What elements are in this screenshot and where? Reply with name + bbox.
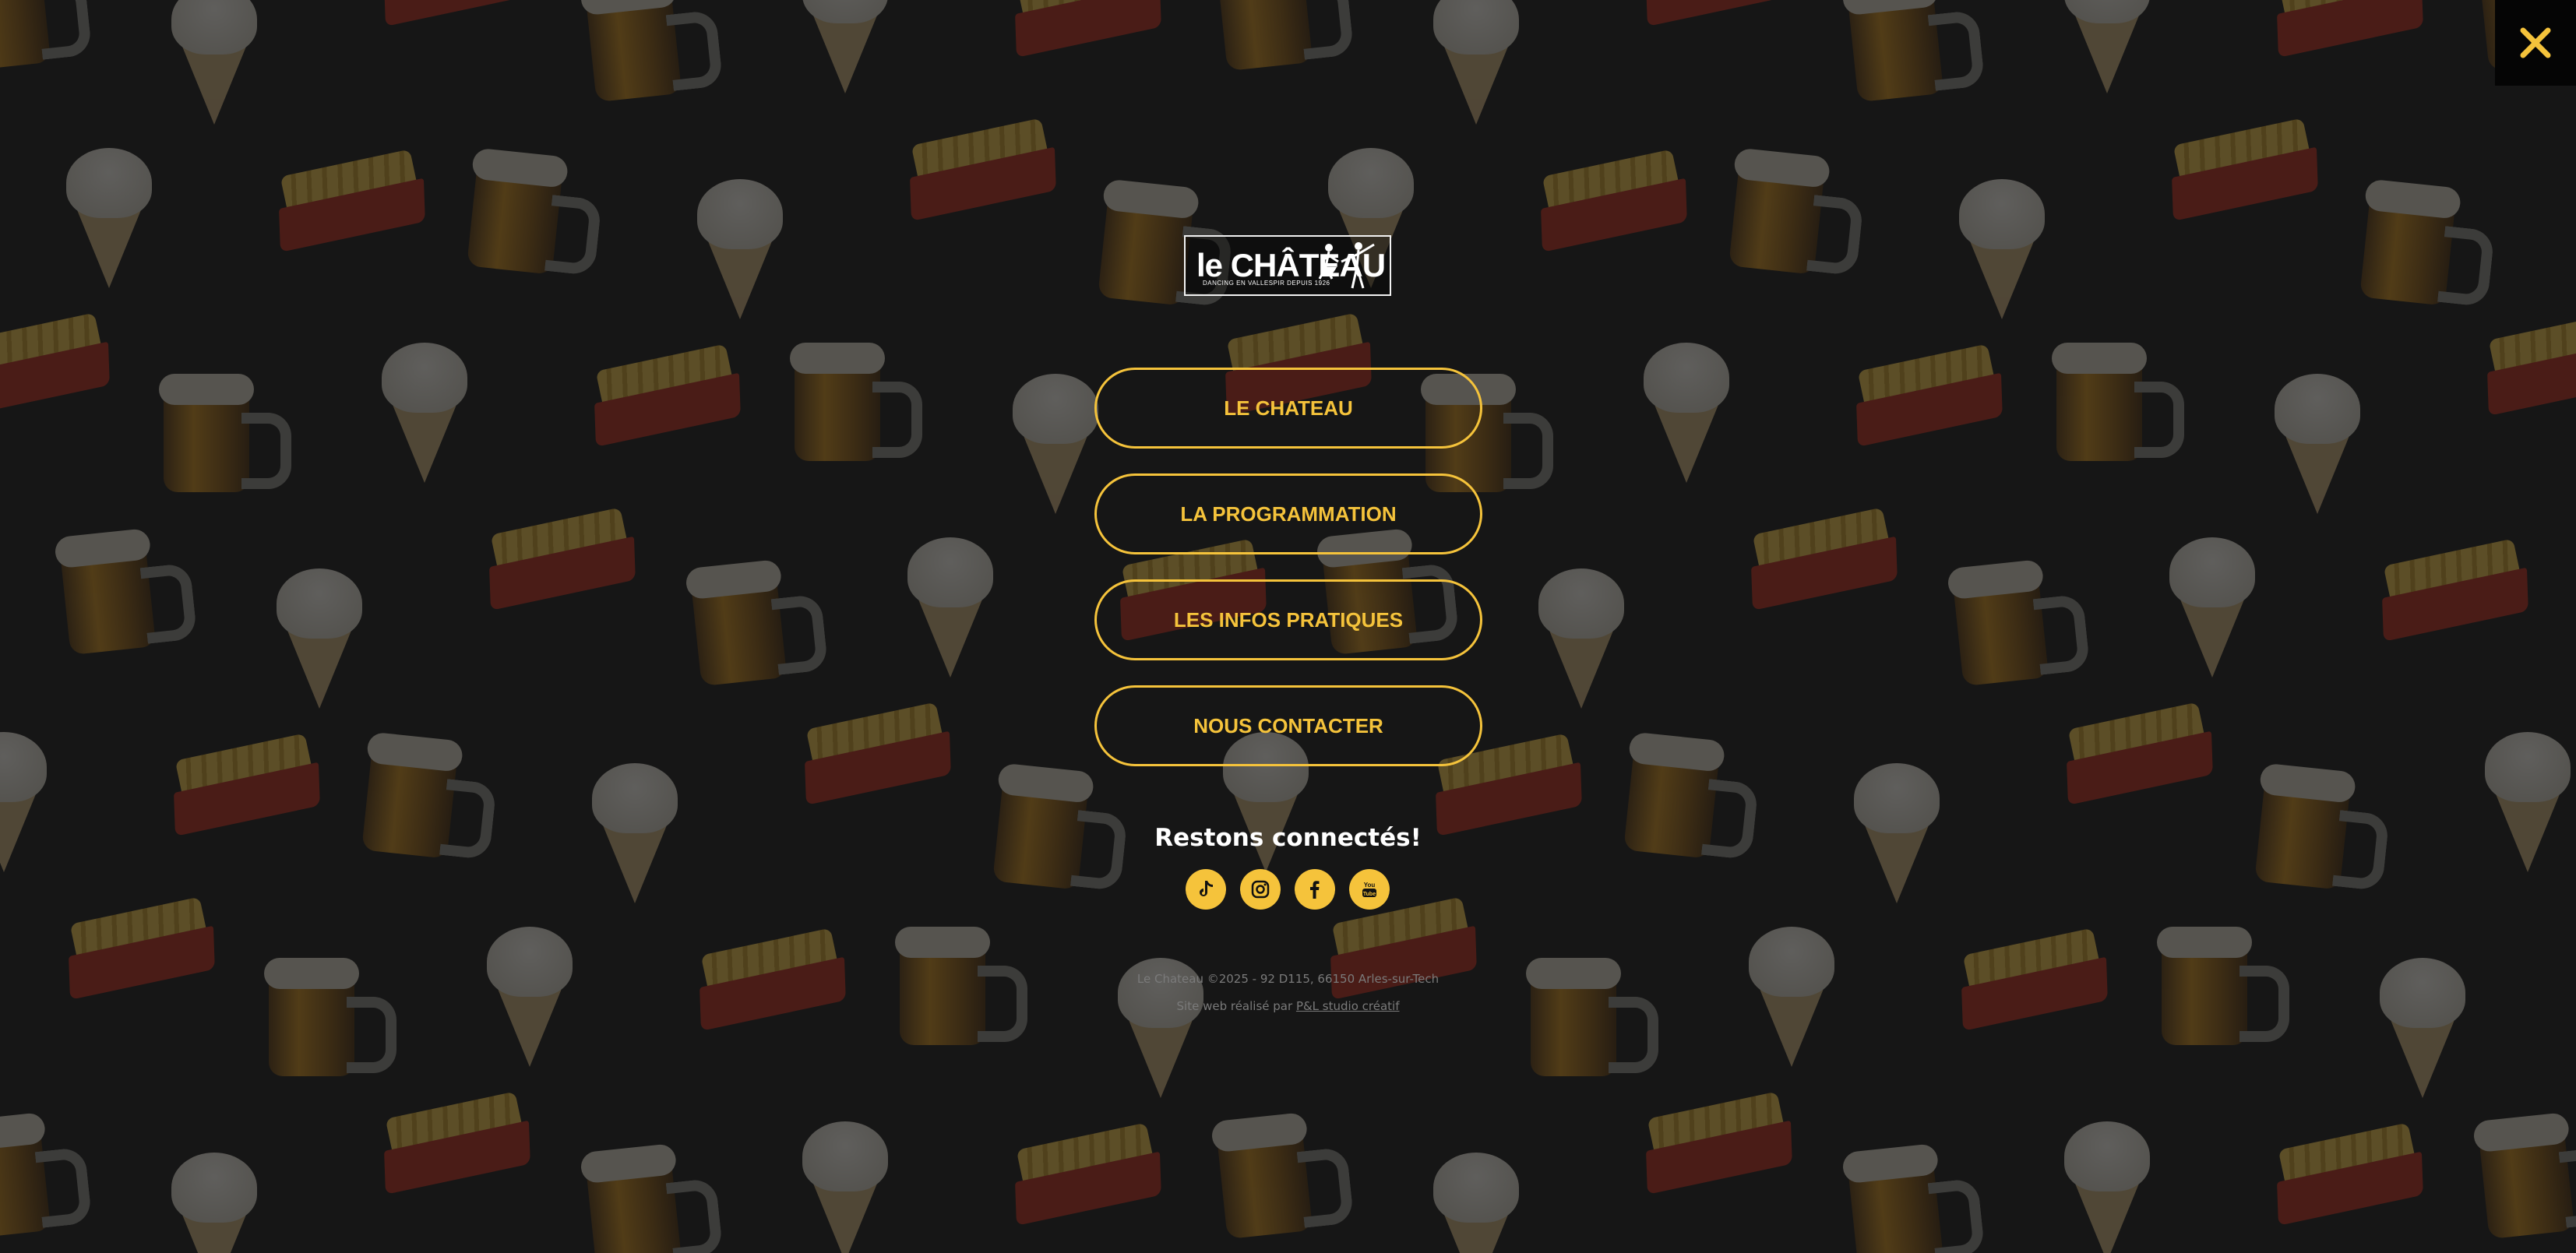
close-icon xyxy=(2520,27,2551,58)
menu-overlay: le CHÂTEAU DANCING EN VALLESPIR DEPUIS 1… xyxy=(0,0,2576,1253)
dancers-icon xyxy=(1318,242,1375,289)
logo[interactable]: le CHÂTEAU DANCING EN VALLESPIR DEPUIS 1… xyxy=(1184,235,1391,296)
facebook-link[interactable] xyxy=(1295,869,1335,910)
instagram-link[interactable] xyxy=(1240,869,1281,910)
instagram-icon xyxy=(1251,880,1270,899)
tiktok-link[interactable] xyxy=(1186,869,1226,910)
social-heading: Restons connectés! xyxy=(1154,824,1422,852)
menu-item-infos-pratiques[interactable]: LES INFOS PRATIQUES xyxy=(1094,579,1482,660)
youtube-icon: You Tube xyxy=(1362,882,1376,897)
footer-credit: Site web réalisé par P&L studio créatif xyxy=(0,999,2576,1013)
youtube-link[interactable]: You Tube xyxy=(1349,869,1390,910)
menu-item-programmation[interactable]: LA PROGRAMMATION xyxy=(1094,473,1482,554)
footer-credit-prefix: Site web réalisé par xyxy=(1176,999,1293,1013)
footer-copyright: Le Chateau ©2025 - 92 D115, 66150 Arles-… xyxy=(1136,972,1440,986)
facebook-icon xyxy=(1310,881,1320,899)
footer-credit-link[interactable]: P&L studio créatif xyxy=(1296,999,1400,1013)
menu-item-le-chateau[interactable]: LE CHATEAU xyxy=(1094,368,1482,449)
svg-text:You: You xyxy=(1364,882,1376,889)
svg-text:Tube: Tube xyxy=(1363,892,1376,897)
menu-item-contact[interactable]: NOUS CONTACTER xyxy=(1094,685,1482,766)
close-button[interactable] xyxy=(2495,0,2576,86)
tiktok-icon xyxy=(1200,881,1213,896)
social-links: You Tube xyxy=(1186,869,1390,910)
